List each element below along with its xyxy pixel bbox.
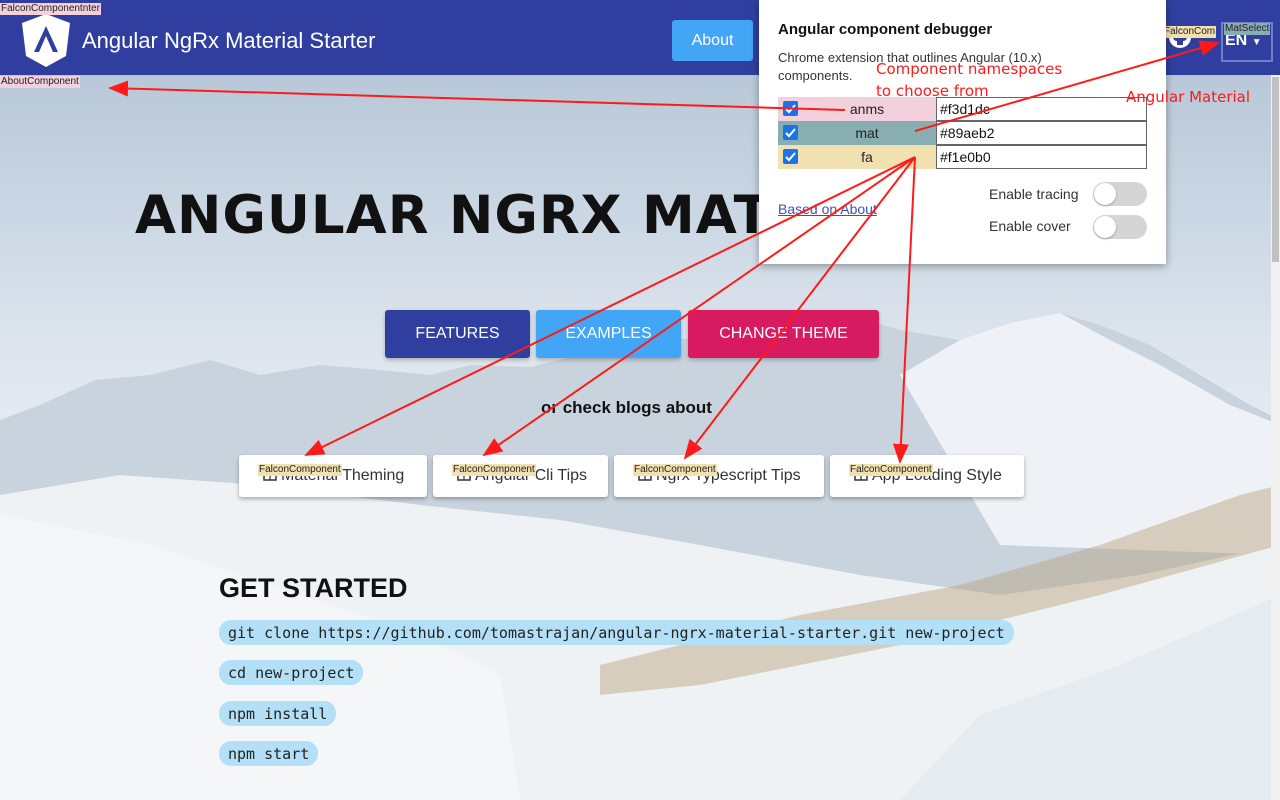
namespace-row-fa: fa #f1e0b0 xyxy=(778,145,1147,169)
component-tag: FalconCom xyxy=(1163,26,1217,38)
chevron-down-icon: ▼ xyxy=(1251,37,1262,48)
component-tag: FalconComponent xyxy=(258,464,342,476)
code-command: npm install xyxy=(219,701,337,726)
angular-logo-icon[interactable] xyxy=(20,12,72,68)
enable-cover-label: Enable cover xyxy=(989,218,1071,234)
code-command: npm start xyxy=(219,741,319,766)
component-tag: FalconComponent xyxy=(633,464,717,476)
component-tag: FalconComponentnter xyxy=(0,3,101,15)
namespace-name: fa xyxy=(861,149,873,165)
blog-link-app-loading-style[interactable]: FalconComponent App Loading Style xyxy=(830,455,1024,497)
namespace-cell: fa xyxy=(778,145,936,169)
namespace-cell: anms xyxy=(778,97,936,121)
namespace-color-input[interactable]: #f1e0b0 xyxy=(936,145,1147,169)
enable-cover-toggle[interactable] xyxy=(1093,215,1147,239)
toggle-knob xyxy=(1094,183,1116,205)
namespace-checkbox[interactable] xyxy=(783,149,798,164)
popup-title: Angular component debugger xyxy=(778,21,993,38)
namespace-row-anms: anms #f3d1dc xyxy=(778,97,1147,121)
namespace-checkbox[interactable] xyxy=(783,101,798,116)
based-on-link[interactable]: Based on About xyxy=(778,201,877,217)
namespace-name: anms xyxy=(849,101,885,117)
blog-link-material-theming[interactable]: FalconComponent Material Theming xyxy=(239,455,427,497)
component-tag: MatSelect xyxy=(1224,23,1271,35)
scrollbar-thumb[interactable] xyxy=(1272,77,1279,262)
app-title[interactable]: Angular NgRx Material Starter xyxy=(82,28,375,54)
namespace-checkbox[interactable] xyxy=(783,125,798,140)
annotation-angular-material: Angular Material xyxy=(1126,88,1251,106)
features-button[interactable]: FEATURES xyxy=(385,310,530,358)
debugger-popup: Angular component debugger Chrome extens… xyxy=(759,0,1166,264)
namespace-name: mat xyxy=(855,125,879,141)
scrollbar[interactable] xyxy=(1271,75,1280,800)
examples-button[interactable]: EXAMPLES xyxy=(536,310,681,358)
about-button[interactable]: About xyxy=(672,20,753,61)
enable-tracing-toggle[interactable] xyxy=(1093,182,1147,206)
namespace-row-mat: mat #89aeb2 xyxy=(778,121,1147,145)
component-tag: FalconComponent xyxy=(849,464,933,476)
component-tag: FalconComponent xyxy=(452,464,536,476)
annotation-namespaces-line1: Component namespaces xyxy=(876,60,1063,78)
page-title: ANGULAR NGRX MATE xyxy=(135,185,808,246)
get-started-heading: GET STARTED xyxy=(219,573,408,603)
toggle-knob xyxy=(1094,216,1116,238)
blog-link-ngrx-typescript-tips[interactable]: FalconComponent Ngrx Typescript Tips xyxy=(614,455,824,497)
namespace-color-input[interactable]: #f3d1dc xyxy=(936,97,1147,121)
code-command: git clone https://github.com/tomastrajan… xyxy=(219,620,1014,645)
blog-link-angular-cli-tips[interactable]: FalconComponent Angular Cli Tips xyxy=(433,455,608,497)
namespace-cell: mat xyxy=(778,121,936,145)
code-command: cd new-project xyxy=(219,660,364,685)
enable-tracing-label: Enable tracing xyxy=(989,186,1079,202)
blogs-caption: or check blogs about xyxy=(541,398,712,417)
namespace-color-input[interactable]: #89aeb2 xyxy=(936,121,1147,145)
change-theme-button[interactable]: CHANGE THEME xyxy=(688,310,879,358)
annotation-namespaces-line2: to choose from xyxy=(876,82,989,100)
component-tag: AboutComponent xyxy=(0,76,80,88)
